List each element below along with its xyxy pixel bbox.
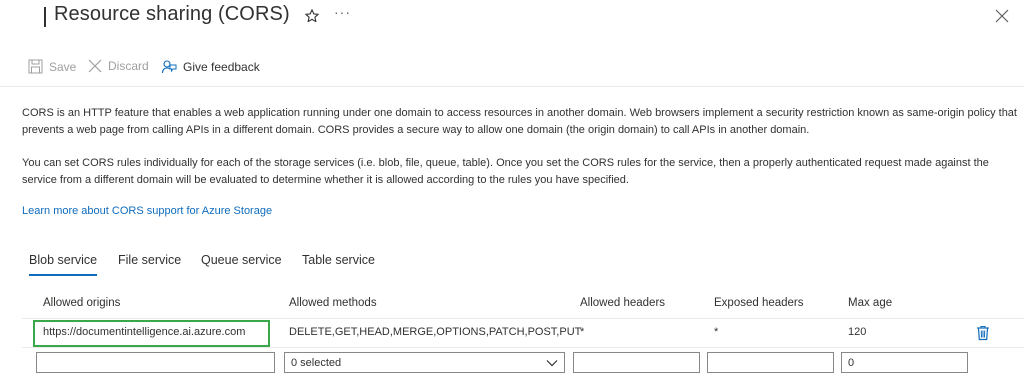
toolbar-divider (0, 86, 1024, 87)
save-button[interactable]: Save (28, 59, 76, 74)
tab-blob-service[interactable]: Blob service (29, 253, 98, 276)
discard-icon (88, 59, 102, 73)
star-icon[interactable] (304, 8, 320, 24)
tab-file-service[interactable]: File service (118, 253, 181, 274)
tab-table-service[interactable]: Table service (302, 253, 375, 274)
row-divider (22, 347, 1024, 348)
give-feedback-label: Give feedback (183, 60, 260, 74)
feedback-icon (161, 60, 177, 74)
cors-description-paragraph-1: CORS is an HTTP feature that enables a w… (22, 107, 1017, 136)
command-bar: Save Discard Give feedback (0, 56, 1024, 82)
discard-label: Discard (108, 59, 149, 73)
chevron-down-icon (546, 359, 558, 366)
close-icon[interactable] (995, 9, 1009, 23)
new-allowed-headers-input[interactable] (573, 352, 700, 373)
allowed-methods-selected-value: 0 selected (291, 356, 342, 369)
new-allowed-methods-dropdown[interactable]: 0 selected (284, 352, 565, 373)
new-exposed-headers-input[interactable] (707, 352, 834, 373)
save-label: Save (49, 59, 77, 74)
page-title: Resource sharing (CORS) (54, 3, 290, 25)
header-divider (22, 318, 1024, 319)
tab-queue-service[interactable]: Queue service (201, 253, 282, 274)
row-max-age[interactable]: 120 (848, 326, 866, 338)
column-header-exposed-headers: Exposed headers (714, 297, 804, 309)
learn-more-link[interactable]: Learn more about CORS support for Azure … (22, 205, 272, 217)
more-icon[interactable]: ··· (334, 4, 351, 20)
delete-icon[interactable] (976, 325, 990, 341)
row-allowed-methods[interactable]: DELETE,GET,HEAD,MERGE,OPTIONS,PATCH,POST… (289, 326, 581, 338)
give-feedback-button[interactable]: Give feedback (161, 59, 260, 75)
new-allowed-origins-input[interactable] (36, 352, 275, 373)
column-header-max-age: Max age (848, 297, 893, 309)
new-max-age-input[interactable] (841, 352, 968, 373)
column-header-allowed-headers: Allowed headers (580, 297, 666, 309)
save-icon (28, 59, 43, 74)
row-exposed-headers[interactable]: * (714, 326, 718, 338)
column-header-allowed-origins: Allowed origins (43, 297, 121, 309)
cors-description-paragraph-2: You can set CORS rules individually for … (22, 157, 989, 186)
discard-button[interactable]: Discard (88, 59, 149, 73)
column-header-allowed-methods: Allowed methods (289, 297, 377, 309)
row-allowed-headers[interactable]: * (580, 326, 584, 338)
service-tabs: Blob service File service Queue service … (0, 253, 1024, 279)
title-bar: Resource sharing (CORS) ··· (0, 0, 1024, 36)
origin-highlight-box (33, 320, 270, 347)
title-separator (44, 7, 46, 27)
